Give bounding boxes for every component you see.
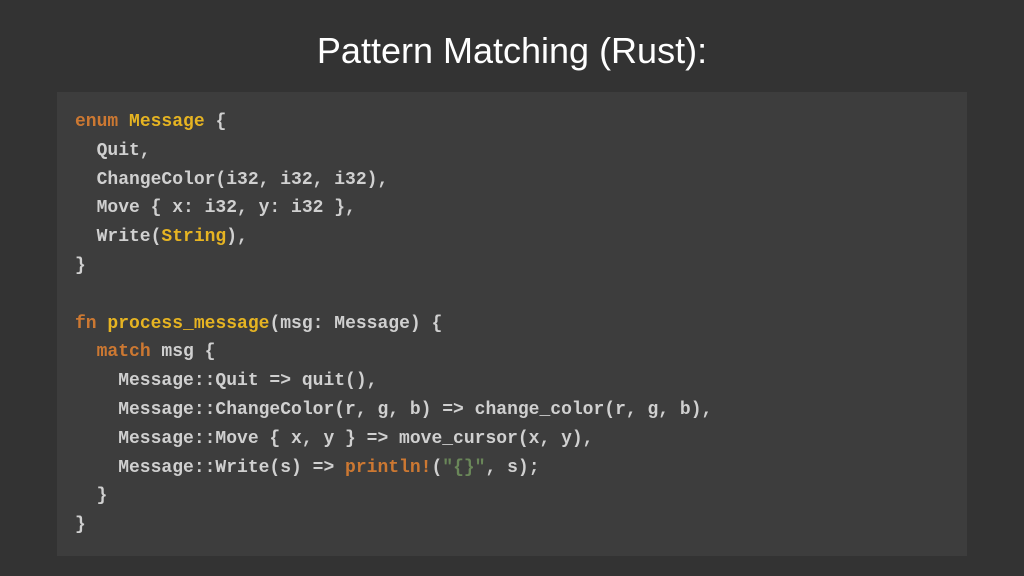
println-macro: println!: [345, 458, 431, 478]
match-expr: msg {: [151, 342, 216, 362]
match-indent: [75, 342, 97, 362]
enum-close-brace: }: [75, 256, 86, 276]
variant-write-post: ),: [226, 227, 248, 247]
slide-title: Pattern Matching (Rust):: [317, 30, 707, 72]
arm-write-pre: Message::Write(s) =>: [75, 458, 345, 478]
arm-changecolor: Message::ChangeColor(r, g, b) => change_…: [75, 400, 712, 420]
match-keyword: match: [97, 342, 151, 362]
enum-keyword: enum: [75, 112, 118, 132]
arm-move: Message::Move { x, y } => move_cursor(x,…: [75, 429, 593, 449]
arm-write-post: , s);: [486, 458, 540, 478]
code-block: enum Message { Quit, ChangeColor(i32, i3…: [57, 92, 967, 556]
variant-write-pre: Write(: [75, 227, 161, 247]
variant-quit: Quit,: [75, 141, 151, 161]
arm-quit: Message::Quit => quit(),: [75, 371, 377, 391]
fn-name: process_message: [107, 314, 269, 334]
string-type: String: [161, 227, 226, 247]
fn-close-brace: }: [75, 515, 86, 535]
variant-move: Move { x: i32, y: i32 },: [75, 198, 356, 218]
enum-open-brace: {: [205, 112, 227, 132]
enum-name: Message: [129, 112, 205, 132]
match-close-brace: }: [75, 486, 107, 506]
fn-signature: (msg: Message) {: [269, 314, 442, 334]
fn-keyword: fn: [75, 314, 97, 334]
variant-changecolor: ChangeColor(i32, i32, i32),: [75, 170, 388, 190]
arm-write-paren: (: [431, 458, 442, 478]
format-string: "{}": [442, 458, 485, 478]
